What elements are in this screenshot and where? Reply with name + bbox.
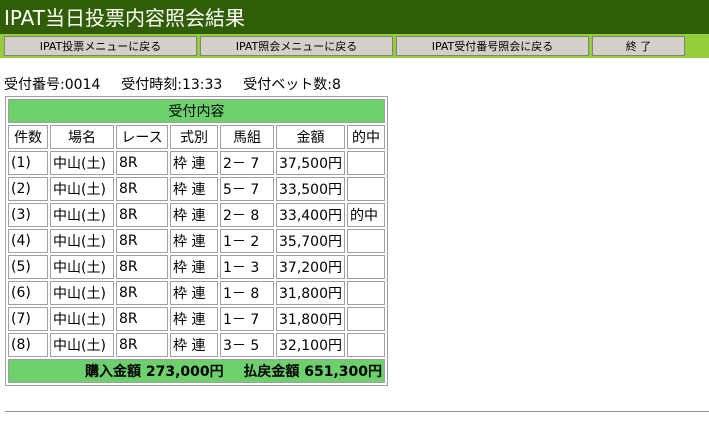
receipt-number-value: 0014 — [64, 77, 101, 93]
totals-cell: 購入金額 273,000円 払戻金額 651,300円 — [8, 359, 385, 383]
receipt-summary: 受付番号:0014 受付時刻:13:33 受付ベット数:8 — [4, 76, 341, 94]
bet-count-value: 8 — [331, 77, 341, 93]
cell-hit — [347, 151, 385, 175]
cell-race: 8R — [116, 229, 168, 253]
cell-bet-type: 枠 連 — [170, 229, 218, 253]
cell-amount: 31,800円 — [276, 307, 345, 331]
cell-venue: 中山(土) — [50, 333, 114, 357]
cell-venue: 中山(土) — [50, 177, 114, 201]
cell-race: 8R — [116, 281, 168, 305]
cell-count: (6) — [8, 281, 48, 305]
col-header-amount: 金額 — [276, 125, 345, 149]
table-caption: 受付内容 — [8, 99, 385, 123]
bet-count-label: 受付ベット数: — [243, 77, 332, 93]
cell-count: (8) — [8, 333, 48, 357]
receipt-number-label: 受付番号: — [4, 77, 65, 93]
cell-hit — [347, 281, 385, 305]
cell-hit — [347, 307, 385, 331]
table-header-row: 件数 場名 レース 式別 馬組 金額 的中 — [8, 125, 385, 149]
cell-bet-type: 枠 連 — [170, 203, 218, 227]
cell-combination: 2－ 7 — [220, 151, 274, 175]
cell-amount: 33,500円 — [276, 177, 345, 201]
cell-bet-type: 枠 連 — [170, 151, 218, 175]
bottom-divider — [5, 411, 709, 413]
cell-bet-type: 枠 連 — [170, 307, 218, 331]
cell-venue: 中山(土) — [50, 229, 114, 253]
cell-bet-type: 枠 連 — [170, 255, 218, 279]
col-header-race: レース — [116, 125, 168, 149]
table-row: (8) 中山(土) 8R 枠 連 3－ 5 32,100円 — [8, 333, 385, 357]
cell-count: (3) — [8, 203, 48, 227]
table-row: (7) 中山(土) 8R 枠 連 1－ 7 31,800円 — [8, 307, 385, 331]
table-row: (5) 中山(土) 8R 枠 連 1－ 3 37,200円 — [8, 255, 385, 279]
cell-bet-type: 枠 連 — [170, 177, 218, 201]
cell-venue: 中山(土) — [50, 151, 114, 175]
back-to-inquiry-menu-button[interactable]: IPAT照会メニューに戻る — [200, 36, 393, 56]
cell-count: (1) — [8, 151, 48, 175]
cell-amount: 32,100円 — [276, 333, 345, 357]
purchase-total-value: 273,000円 — [145, 364, 224, 380]
table-row: (2) 中山(土) 8R 枠 連 5－ 7 33,500円 — [8, 177, 385, 201]
back-to-receipt-inquiry-button[interactable]: IPAT受付番号照会に戻る — [396, 36, 589, 56]
cell-hit — [347, 177, 385, 201]
table-row: (6) 中山(土) 8R 枠 連 1－ 8 31,800円 — [8, 281, 385, 305]
table-row: (1) 中山(土) 8R 枠 連 2－ 7 37,500円 — [8, 151, 385, 175]
purchase-total-label: 購入金額 — [84, 364, 141, 380]
bet-table: 受付内容 件数 場名 レース 式別 馬組 金額 的中 (1) 中山(土) 8R … — [5, 96, 388, 386]
cell-combination: 1－ 2 — [220, 229, 274, 253]
cell-race: 8R — [116, 255, 168, 279]
col-header-venue: 場名 — [50, 125, 114, 149]
cell-venue: 中山(土) — [50, 307, 114, 331]
cell-combination: 5－ 7 — [220, 177, 274, 201]
table-row: (3) 中山(土) 8R 枠 連 2－ 8 33,400円 的中 — [8, 203, 385, 227]
cell-hit — [347, 229, 385, 253]
cell-combination: 3－ 5 — [220, 333, 274, 357]
cell-hit — [347, 255, 385, 279]
table-row: (4) 中山(土) 8R 枠 連 1－ 2 35,700円 — [8, 229, 385, 253]
cell-hit: 的中 — [347, 203, 385, 227]
exit-button[interactable]: 終 了 — [592, 36, 685, 56]
cell-amount: 31,800円 — [276, 281, 345, 305]
col-header-bet-type: 式別 — [170, 125, 218, 149]
cell-bet-type: 枠 連 — [170, 281, 218, 305]
cell-hit — [347, 333, 385, 357]
cell-venue: 中山(土) — [50, 203, 114, 227]
cell-race: 8R — [116, 177, 168, 201]
receipt-time-value: 13:33 — [181, 77, 223, 93]
cell-combination: 1－ 8 — [220, 281, 274, 305]
cell-venue: 中山(土) — [50, 281, 114, 305]
page-title: IPAT当日投票内容照会結果 — [4, 6, 246, 30]
col-header-combination: 馬組 — [220, 125, 274, 149]
cell-bet-type: 枠 連 — [170, 333, 218, 357]
back-to-vote-menu-button[interactable]: IPAT投票メニューに戻る — [4, 36, 197, 56]
cell-race: 8R — [116, 203, 168, 227]
cell-count: (4) — [8, 229, 48, 253]
cell-count: (5) — [8, 255, 48, 279]
cell-amount: 37,200円 — [276, 255, 345, 279]
cell-amount: 35,700円 — [276, 229, 345, 253]
cell-count: (7) — [8, 307, 48, 331]
cell-venue: 中山(土) — [50, 255, 114, 279]
col-header-hit: 的中 — [347, 125, 385, 149]
payout-total-label: 払戻金額 — [243, 364, 300, 380]
cell-amount: 37,500円 — [276, 151, 345, 175]
cell-race: 8R — [116, 151, 168, 175]
cell-combination: 1－ 3 — [220, 255, 274, 279]
cell-combination: 2－ 8 — [220, 203, 274, 227]
receipt-time-label: 受付時刻: — [121, 77, 182, 93]
cell-count: (2) — [8, 177, 48, 201]
cell-combination: 1－ 7 — [220, 307, 274, 331]
totals-row: 購入金額 273,000円 払戻金額 651,300円 — [8, 359, 385, 383]
col-header-count: 件数 — [8, 125, 48, 149]
cell-race: 8R — [116, 333, 168, 357]
nav-bar: IPAT投票メニューに戻る IPAT照会メニューに戻る IPAT受付番号照会に戻… — [0, 34, 709, 58]
cell-amount: 33,400円 — [276, 203, 345, 227]
cell-race: 8R — [116, 307, 168, 331]
payout-total-value: 651,300円 — [304, 364, 382, 380]
